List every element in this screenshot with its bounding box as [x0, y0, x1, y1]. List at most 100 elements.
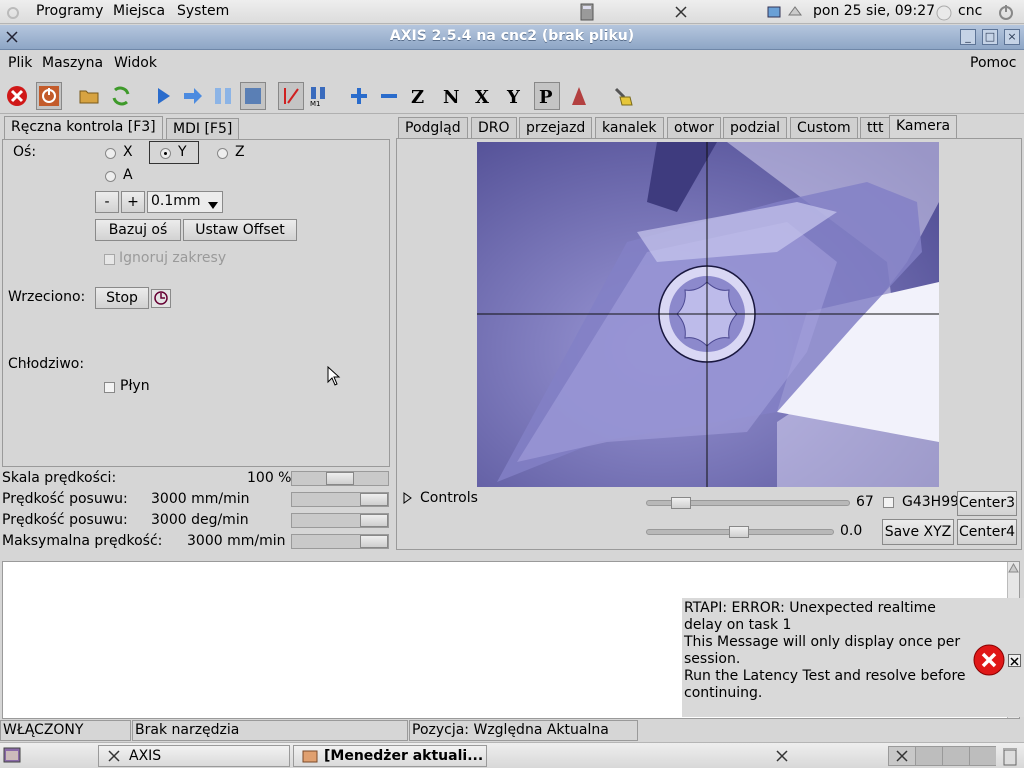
menu-plik[interactable]: Plik	[8, 55, 32, 71]
calculator-icon[interactable]	[578, 3, 596, 21]
machine-power-button[interactable]	[36, 82, 62, 110]
g43-checkbox[interactable]	[883, 497, 894, 508]
step-icon[interactable]	[180, 82, 206, 110]
rotate-view-icon[interactable]	[566, 82, 592, 110]
estop-button[interactable]	[4, 82, 30, 110]
menu-maszyna[interactable]: Maszyna	[42, 55, 103, 71]
tab-dro[interactable]: DRO	[471, 117, 517, 139]
tab-kanalek[interactable]: kanalek	[595, 117, 664, 139]
axis-x-radio[interactable]	[105, 148, 116, 159]
svg-text:M1: M1	[310, 100, 321, 107]
optional-stop-icon[interactable]: M1	[306, 82, 332, 110]
minimize-button[interactable]: _	[960, 29, 976, 45]
menu-system[interactable]: System	[177, 3, 229, 19]
jog-minus-button[interactable]: -	[95, 191, 119, 213]
tab-manual-control[interactable]: Ręczna kontrola [F3]	[4, 116, 163, 140]
clear-plot-icon[interactable]	[610, 82, 636, 110]
zoom-in-icon[interactable]	[346, 82, 372, 110]
network-icon[interactable]	[786, 3, 804, 21]
tab-ttt[interactable]: ttt	[860, 117, 891, 139]
view-x-icon[interactable]: X	[470, 82, 496, 110]
camera-slider-2[interactable]	[646, 526, 834, 538]
save-xyz-button[interactable]: Save XYZ	[882, 519, 954, 545]
axis-a-label[interactable]: A	[123, 167, 133, 183]
center4-button[interactable]: Center4	[957, 519, 1017, 545]
increment-select[interactable]: 0.1mm	[147, 191, 223, 213]
power-icon[interactable]	[997, 3, 1015, 21]
run-icon[interactable]	[150, 82, 176, 110]
dismiss-error-button[interactable]	[1008, 654, 1021, 667]
workspace-2[interactable]	[916, 747, 943, 765]
override-slider[interactable]	[291, 534, 389, 549]
block-delete-icon[interactable]	[278, 82, 304, 110]
tab-przejazd[interactable]: przejazd	[519, 117, 593, 139]
axis-y-label[interactable]: Y	[178, 144, 187, 160]
clock[interactable]: pon 25 sie, 09:27	[813, 3, 935, 19]
spindle-brake-button[interactable]	[151, 289, 171, 308]
tab-otwor[interactable]: otwor	[667, 117, 721, 139]
zoom-out-icon[interactable]	[376, 82, 402, 110]
menu-programy[interactable]: Programy	[36, 3, 103, 19]
home-axis-button[interactable]: Bazuj oś	[95, 219, 181, 241]
xkill-icon[interactable]	[672, 3, 690, 21]
jog-plus-button[interactable]: +	[121, 191, 145, 213]
xkill-tray-icon[interactable]	[775, 749, 789, 767]
center3-button[interactable]: Center3	[957, 491, 1017, 516]
menu-pomoc[interactable]: Pomoc	[970, 55, 1016, 71]
workspace-3[interactable]	[943, 747, 970, 765]
flood-checkbox[interactable]	[104, 382, 115, 393]
view-y-icon[interactable]: Y	[502, 82, 528, 110]
touch-off-button[interactable]: Ustaw Offset	[183, 219, 297, 241]
pause-icon[interactable]	[210, 82, 236, 110]
camera-slider-1-knob[interactable]	[671, 497, 691, 509]
axis-y-option[interactable]: Y	[149, 141, 199, 164]
tab-mdi[interactable]: MDI [F5]	[166, 118, 240, 140]
axis-z-radio[interactable]	[217, 148, 228, 159]
task-axis[interactable]: AXIS	[98, 745, 290, 767]
reload-icon[interactable]	[108, 82, 134, 110]
camera-slider-1[interactable]	[646, 497, 850, 509]
override-slider-knob[interactable]	[360, 535, 388, 548]
workspace-4[interactable]	[970, 747, 996, 765]
menu-widok[interactable]: Widok	[114, 55, 157, 71]
override-slider[interactable]	[291, 513, 389, 528]
axis-x-label[interactable]: X	[123, 144, 133, 160]
ignore-limits-checkbox[interactable]	[104, 254, 115, 265]
view-p-icon[interactable]: P	[534, 82, 560, 110]
tab-podglad[interactable]: Podgląd	[398, 117, 468, 139]
camera-view[interactable]	[477, 142, 939, 487]
menu-miejsca[interactable]: Miejsca	[113, 3, 165, 19]
user-name[interactable]: cnc	[958, 3, 982, 19]
view-z-icon[interactable]: Z	[406, 82, 432, 110]
tab-kamera[interactable]: Kamera	[889, 115, 958, 139]
open-file-icon[interactable]	[76, 82, 102, 110]
camera-slider-2-knob[interactable]	[729, 526, 749, 538]
tab-podzial[interactable]: podzial	[723, 117, 788, 139]
view-z2-icon[interactable]: N	[438, 82, 464, 110]
axis-y-radio[interactable]	[160, 148, 171, 159]
trash-icon[interactable]	[1002, 746, 1018, 768]
scroll-up-icon[interactable]	[1008, 562, 1019, 574]
override-slider[interactable]	[291, 471, 389, 486]
close-button[interactable]: ×	[1004, 29, 1020, 45]
override-slider-knob[interactable]	[360, 493, 388, 506]
tab-custom[interactable]: Custom	[790, 117, 858, 139]
show-desktop-icon[interactable]	[3, 747, 21, 767]
workspace-switcher[interactable]	[888, 746, 996, 766]
window-titlebar[interactable]: AXIS 2.5.4 na cnc2 (brak pliku) _ □ ×	[0, 25, 1024, 50]
task-update-manager[interactable]: [Menedżer aktuali...	[293, 745, 487, 767]
axis-z-label[interactable]: Z	[235, 144, 245, 160]
override-slider[interactable]	[291, 492, 389, 507]
stop-icon[interactable]	[240, 82, 266, 110]
override-slider-knob[interactable]	[360, 514, 388, 527]
gnome-foot-icon[interactable]	[4, 3, 22, 21]
expand-arrow-icon[interactable]	[403, 492, 413, 508]
axis-a-radio[interactable]	[105, 171, 116, 182]
flood-label: Płyn	[120, 378, 150, 394]
controls-label[interactable]: Controls	[420, 490, 478, 506]
spindle-stop-button[interactable]: Stop	[95, 287, 149, 309]
override-slider-knob[interactable]	[326, 472, 354, 485]
workspace-1[interactable]	[889, 747, 916, 765]
maximize-button[interactable]: □	[982, 29, 998, 45]
update-icon[interactable]	[766, 3, 784, 21]
